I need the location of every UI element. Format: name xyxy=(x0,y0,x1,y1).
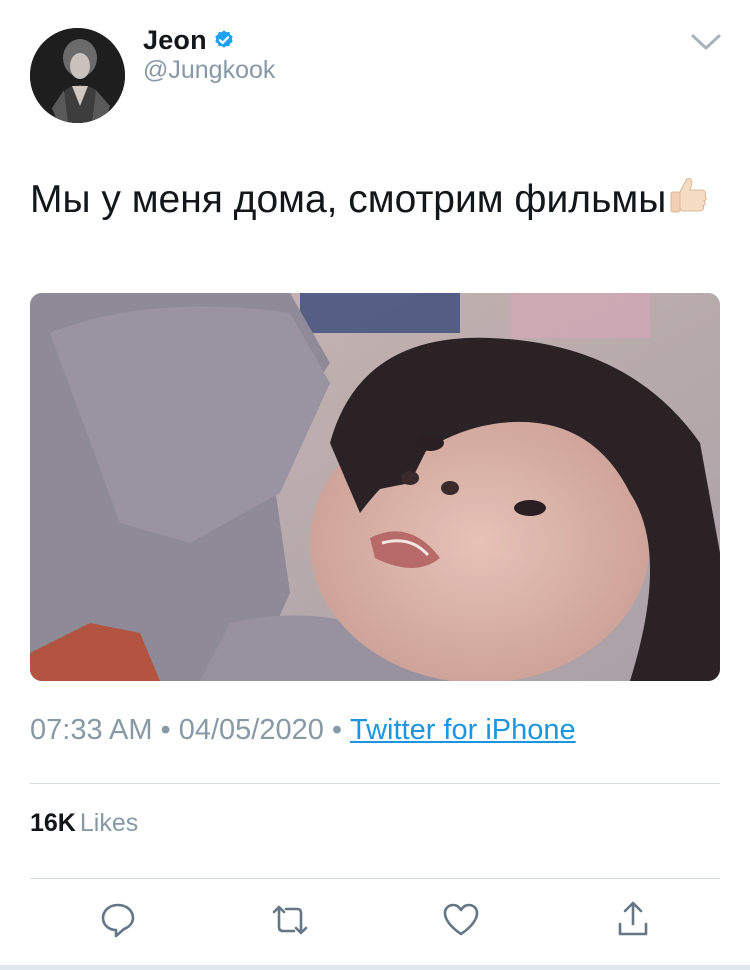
meta-separator: • xyxy=(331,714,342,746)
action-bar xyxy=(0,900,750,944)
tweet-source-link[interactable]: Twitter for iPhone xyxy=(350,714,576,746)
profile-photo-icon xyxy=(30,28,125,123)
divider xyxy=(30,878,720,879)
likes-label: Likes xyxy=(79,809,139,837)
tweet-photo[interactable] xyxy=(30,293,720,681)
likes-count: 16K xyxy=(30,809,76,837)
tweet-text-content: Мы у меня дома, смотрим фильмы xyxy=(30,178,667,221)
user-handle[interactable]: @Jungkook xyxy=(143,56,275,85)
share-icon xyxy=(618,901,648,936)
tweet-card: Jeon @Jungkook Мы у меня дома, смотрим ф… xyxy=(0,0,750,970)
retweet-icon xyxy=(272,905,308,935)
name-row: Jeon xyxy=(143,24,235,56)
share-button[interactable] xyxy=(613,900,653,940)
divider xyxy=(30,783,720,784)
reply-button[interactable] xyxy=(98,900,138,940)
display-name[interactable]: Jeon xyxy=(143,25,207,56)
heart-icon xyxy=(443,903,479,936)
bottom-border xyxy=(0,965,750,970)
thumbs-up-emoji-icon xyxy=(666,174,710,218)
chevron-down-icon[interactable] xyxy=(690,30,722,54)
like-button[interactable] xyxy=(441,900,481,940)
tweet-date: 04/05/2020 xyxy=(178,714,324,746)
avatar[interactable] xyxy=(30,28,125,123)
meta-separator: • xyxy=(160,714,171,746)
likes-stat[interactable]: 16K Likes xyxy=(30,809,138,838)
speech-bubble-icon xyxy=(101,903,135,938)
retweet-button[interactable] xyxy=(270,900,310,940)
tweet-text: Мы у меня дома, смотрим фильмы xyxy=(30,174,720,224)
photo-attachment-icon xyxy=(30,293,720,681)
verified-badge-icon xyxy=(213,29,235,51)
tweet-time: 07:33 AM xyxy=(30,714,153,746)
tweet-meta: 07:33 AM • 04/05/2020 • Twitter for iPhone xyxy=(30,714,576,747)
